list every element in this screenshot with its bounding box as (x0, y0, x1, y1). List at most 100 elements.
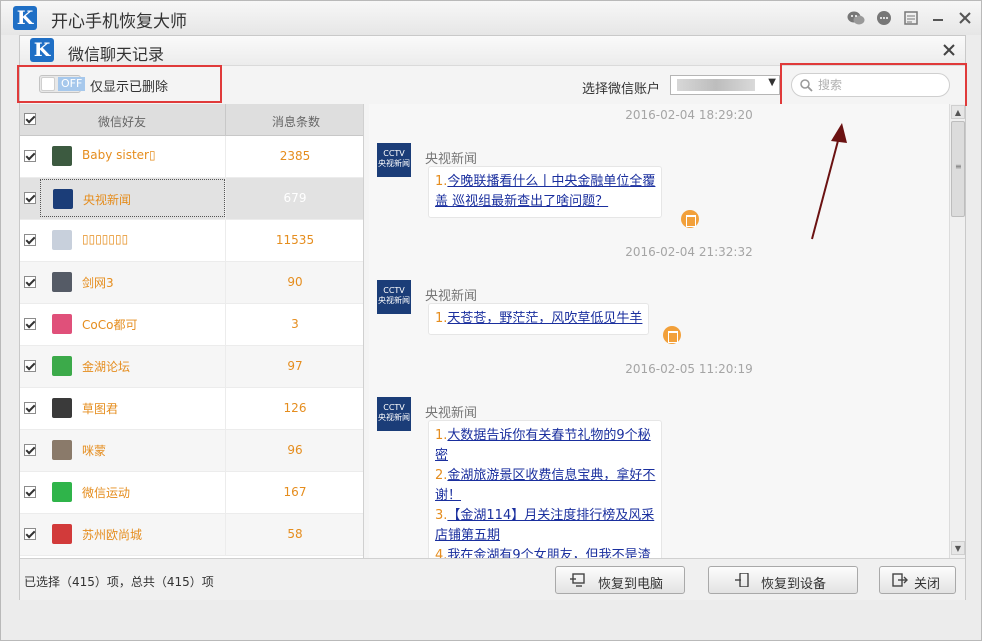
message-count: 167 (283, 485, 307, 499)
news-item-link[interactable]: 【金湖114】月关注度排行榜及风采 (447, 508, 654, 523)
restore-to-device-button[interactable]: 恢复到设备 (708, 566, 858, 594)
message-count: 97 (287, 359, 303, 373)
close-label: 关闭 (914, 577, 941, 592)
news-item-link[interactable]: 大数据告诉你有关春节礼物的9个秘 (447, 428, 650, 443)
restore-to-pc-button[interactable]: 恢复到电脑 (555, 566, 685, 594)
message-sender: 央视新闻 (425, 152, 478, 167)
dialog-title: 微信聊天记录 (68, 45, 165, 64)
news-item: 2.金湖旅游景区收费信息宝典，拿好不谢！ (435, 466, 655, 506)
news-item: 4.我在金湖有9个女朋友，但我不是渣 (435, 546, 655, 558)
news-item-link[interactable]: 天苍苍，野茫茫，风吹草低见牛羊 (447, 311, 642, 326)
computer-icon (570, 573, 585, 587)
avatar-photo-icon (52, 356, 72, 376)
table-row[interactable]: 金湖论坛 97 (20, 346, 363, 388)
news-item-link[interactable]: 金湖旅游景区收费信息宝典，拿好不 (447, 468, 655, 483)
minimize-icon[interactable] (929, 10, 947, 26)
table-row[interactable]: CoCo都可 3 (20, 304, 363, 346)
contact-name: ▯▯▯▯▯▯▯ (82, 232, 129, 246)
news-item-number: 2. (435, 468, 448, 483)
wechat-sport-icon (52, 482, 72, 502)
contact-cell: 剑网3 (40, 263, 225, 301)
search-icon (800, 79, 813, 92)
dialog-close-icon[interactable] (943, 41, 955, 60)
contact-cell: 咪蒙 (40, 431, 225, 469)
message-sender: 央视新闻 (425, 406, 478, 421)
selection-status: 已选择（415）项，总共（415）项 (24, 575, 214, 589)
scroll-up-icon[interactable]: ▲ (951, 105, 965, 119)
deleted-trash-icon[interactable] (663, 326, 681, 344)
avatar-photo-icon (52, 524, 72, 544)
restore-to-device-label: 恢复到设备 (761, 577, 827, 592)
row-checkbox[interactable] (24, 276, 36, 288)
avatar-photo-icon (52, 314, 72, 334)
message-sender: 央视新闻 (425, 289, 478, 304)
column-header-friend: 微信好友 (98, 115, 147, 129)
table-row[interactable]: 微信运动 167 (20, 472, 363, 514)
table-row[interactable]: 苏州欧尚城 58 (20, 514, 363, 556)
message-count: 126 (283, 401, 307, 415)
avatar-photo-icon (52, 146, 72, 166)
search-box[interactable] (791, 73, 950, 97)
chat-bubble-icon[interactable] (875, 10, 893, 26)
news-item-link[interactable]: 店铺第五期 (435, 528, 500, 543)
table-row[interactable]: 剑网3 90 (20, 262, 363, 304)
row-checkbox[interactable] (24, 318, 36, 330)
table-row[interactable]: ▯▯▯▯▯▯▯ 11535 (20, 220, 363, 262)
account-select[interactable]: ▼ (670, 75, 780, 95)
message-bubble: 1.大数据告诉你有关春节礼物的9个秘密 2.金湖旅游景区收费信息宝典，拿好不 谢！ 3… (428, 420, 663, 558)
row-checkbox[interactable] (24, 234, 36, 246)
table-row[interactable]: Baby sister▯ 2385 (20, 136, 363, 178)
row-checkbox[interactable] (24, 528, 36, 540)
contact-cell: 金湖论坛 (40, 347, 225, 385)
toggle-knob (41, 77, 55, 91)
table-row[interactable]: 咪蒙 96 (20, 430, 363, 472)
table-row[interactable]: 草图君 126 (20, 388, 363, 430)
dropdown-arrow-icon: ▼ (768, 77, 776, 88)
deleted-trash-icon[interactable] (681, 210, 699, 228)
close-icon[interactable] (956, 10, 974, 26)
dialog-titlebar: K 微信聊天记录 (20, 36, 965, 66)
contact-name: 草图君 (82, 402, 119, 416)
message-count: 58 (287, 527, 303, 541)
news-item-link[interactable]: 今晚联播看什么丨中央金融单位全覆 (447, 174, 655, 189)
toggle-state: OFF (58, 77, 86, 91)
deleted-only-label: 仅显示已删除 (90, 80, 169, 95)
menu-icon[interactable] (902, 10, 920, 26)
contact-name: 微信运动 (82, 486, 131, 500)
message-count: 3 (291, 317, 299, 331)
close-button[interactable]: 关闭 (879, 566, 956, 594)
news-item-number: 3. (435, 508, 448, 523)
search-input[interactable] (818, 77, 943, 93)
contact-cell: Baby sister▯ (40, 137, 225, 175)
news-item-link[interactable]: 密 (435, 448, 448, 463)
app-logo: K (13, 6, 37, 30)
news-item-link[interactable]: 我在金湖有9个女朋友，但我不是渣 (447, 548, 650, 558)
contact-cell: 央视新闻 (40, 179, 225, 217)
annotation-arrow-icon (811, 123, 847, 240)
row-checkbox[interactable] (24, 444, 36, 456)
row-checkbox[interactable] (24, 486, 36, 498)
row-checkbox[interactable] (24, 360, 36, 372)
scroll-down-icon[interactable]: ▼ (951, 541, 965, 555)
select-all-checkbox[interactable] (24, 113, 36, 125)
news-item-link[interactable]: 盖 巡视组最新查出了啥问题？ (435, 194, 608, 209)
row-checkbox[interactable] (24, 402, 36, 414)
message-timestamp: 2016-02-04 18:29:20 (625, 108, 753, 122)
column-header-count: 消息条数 (272, 115, 321, 129)
row-checkbox[interactable] (24, 150, 36, 162)
app-window: K 开心手机恢复大师 K 微信聊天记录 OFF 仅显示已删除 选择微信账户 ▼ … (0, 0, 982, 641)
scroll-thumb[interactable]: ≡ (951, 121, 965, 217)
app-titlebar: K 开心手机恢复大师 (1, 1, 981, 35)
news-item-link[interactable]: 谢！ (435, 488, 461, 503)
deleted-only-toggle[interactable]: OFF (39, 75, 86, 93)
row-checkbox[interactable] (24, 192, 36, 204)
wechat-icon[interactable] (847, 10, 865, 26)
contact-cell: 苏州欧尚城 (40, 515, 225, 553)
contact-name: 央视新闻 (83, 193, 132, 207)
chat-panel: 2016-02-04 18:29:20 CCTV 央视新闻 央视新闻 1.今晚联播看什么… (369, 104, 949, 558)
column-divider (225, 104, 226, 136)
table-row[interactable]: 央视新闻 679 (20, 178, 363, 220)
chat-scrollbar[interactable]: ▲ ≡ ▼ (949, 104, 965, 558)
news-item-number: 1. (435, 174, 448, 189)
account-value-blurred (677, 79, 755, 91)
